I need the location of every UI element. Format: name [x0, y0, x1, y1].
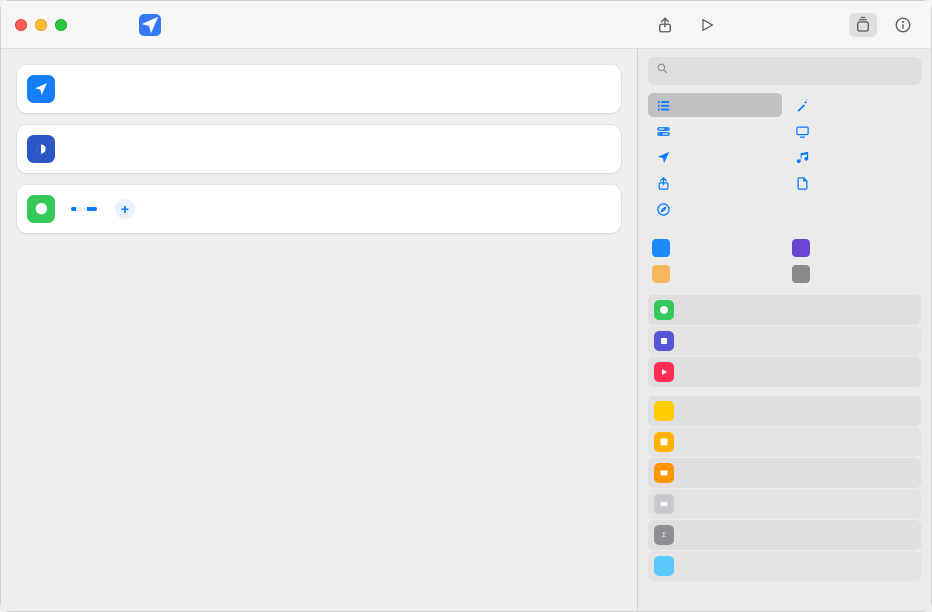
open-app-icon — [654, 331, 674, 351]
category-all-actions[interactable] — [648, 93, 782, 117]
category-sharing[interactable] — [648, 171, 782, 195]
category-location[interactable] — [648, 145, 782, 169]
category-scripting[interactable] — [788, 93, 922, 117]
app-item[interactable] — [648, 236, 782, 260]
send-message-icon — [654, 300, 674, 320]
shortcut-app-icon — [139, 14, 161, 36]
comment-icon — [654, 401, 674, 421]
pinned-list — [648, 295, 921, 387]
share-button[interactable] — [655, 15, 675, 35]
list-item[interactable] — [648, 551, 921, 581]
run-button[interactable] — [697, 15, 717, 35]
minimize-window-button[interactable] — [35, 19, 47, 31]
app-item[interactable] — [788, 236, 922, 260]
action-toggle-appearance[interactable] — [17, 125, 621, 173]
info-panel-button[interactable] — [889, 13, 917, 37]
search-icon — [656, 62, 669, 80]
books-icon — [652, 265, 670, 283]
show-alert-icon — [654, 463, 674, 483]
configurator-icon — [792, 239, 810, 257]
maximize-window-button[interactable] — [55, 19, 67, 31]
apps-grid — [648, 236, 921, 286]
controls-icon — [655, 123, 671, 139]
scripting-list: Σ — [648, 396, 921, 581]
app-item[interactable] — [648, 262, 782, 286]
titlebar-toolbar — [655, 13, 917, 37]
wand-icon — [795, 97, 811, 113]
list-item[interactable] — [648, 427, 921, 457]
message-content-pill[interactable] — [71, 207, 97, 211]
search-field[interactable] — [648, 57, 921, 85]
close-window-button[interactable] — [15, 19, 27, 31]
location-arrow-icon — [27, 75, 55, 103]
list-item[interactable] — [648, 458, 921, 488]
library-panel-button[interactable] — [849, 13, 877, 37]
share-icon — [655, 175, 671, 191]
category-controls[interactable] — [648, 119, 782, 143]
category-grid — [648, 93, 921, 221]
actions-library-sidebar: Σ — [637, 49, 931, 611]
messages-icon — [27, 195, 55, 223]
music-icon — [795, 149, 811, 165]
choose-menu-icon — [654, 556, 674, 576]
action-get-current-location[interactable] — [17, 65, 621, 113]
search-input[interactable] — [675, 64, 913, 79]
location-icon — [655, 149, 671, 165]
device-icon — [795, 123, 811, 139]
count-icon: Σ — [654, 525, 674, 545]
document-icon — [795, 175, 811, 191]
list-item[interactable] — [648, 396, 921, 426]
list-item[interactable] — [648, 295, 921, 325]
category-documents[interactable] — [788, 171, 922, 195]
category-web[interactable] — [648, 197, 782, 221]
ask-input-icon — [654, 494, 674, 514]
category-media[interactable] — [788, 145, 922, 169]
shortcut-editor[interactable]: + — [1, 49, 637, 611]
add-recipient-button[interactable]: + — [115, 199, 135, 219]
app-store-icon — [652, 239, 670, 257]
list-icon — [655, 97, 671, 113]
app-item[interactable] — [788, 262, 922, 286]
svg-text:Σ: Σ — [662, 533, 666, 539]
list-item[interactable]: Σ — [648, 520, 921, 550]
list-item[interactable] — [648, 326, 921, 356]
window-controls — [15, 19, 67, 31]
category-device[interactable] — [788, 119, 922, 143]
play-music-icon — [654, 362, 674, 382]
action-title: + — [65, 199, 597, 219]
action-send-message[interactable]: + — [17, 185, 621, 233]
titlebar — [1, 1, 931, 49]
safari-icon — [655, 201, 671, 217]
calculator-icon — [792, 265, 810, 283]
appearance-icon — [27, 135, 55, 163]
list-item[interactable] — [648, 489, 921, 519]
show-result-icon — [654, 432, 674, 452]
list-item[interactable] — [648, 357, 921, 387]
